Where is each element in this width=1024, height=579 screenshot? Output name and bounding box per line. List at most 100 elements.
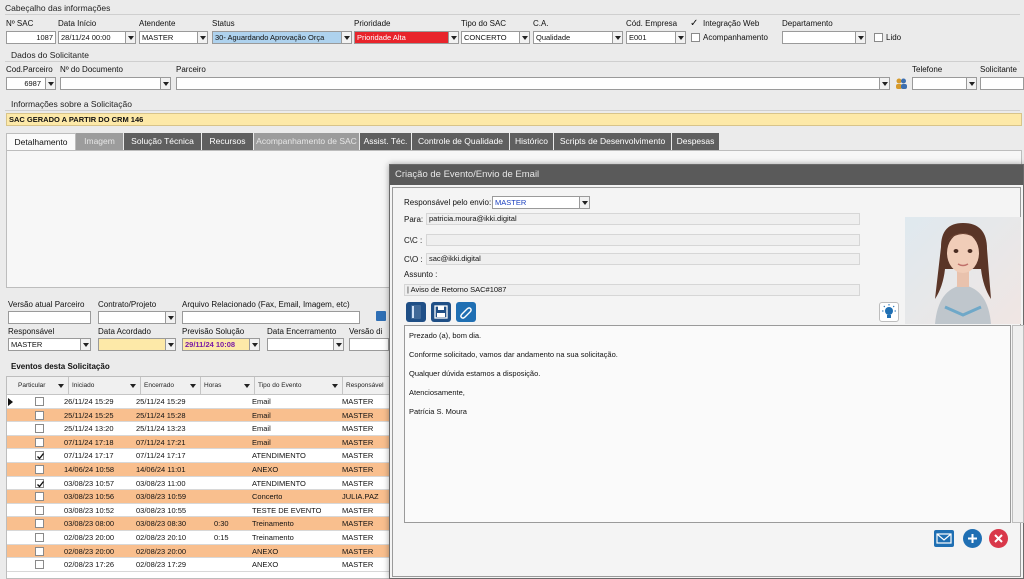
chevron-down-icon[interactable] [125,32,135,43]
col-encerrado[interactable]: Encerrado [141,377,201,395]
chevron-down-icon[interactable] [519,32,529,43]
particular-checkbox[interactable] [35,437,44,447]
table-row[interactable]: 07/11/24 17:18 07/11/24 17:21 Email MASTER [7,435,391,450]
people-search-icon[interactable] [894,76,908,90]
table-row[interactable]: 03/08/23 10:57 03/08/23 11:00 ATENDIMENTO M… [7,476,391,491]
book-icon[interactable] [406,302,426,322]
body-scrollbar[interactable] [1012,325,1024,523]
nsac-field[interactable]: 1087 [6,31,56,44]
tab-recursos[interactable]: Recursos [202,133,254,150]
chevron-down-icon[interactable] [197,32,207,43]
tab-scripts-de-desenvolvimento[interactable]: Scripts de Desenvolvimento [554,133,672,150]
ca-select[interactable]: Qualidade [533,31,623,44]
n-documento-select[interactable] [60,77,171,90]
cancel-icon[interactable] [989,529,1008,548]
table-row[interactable]: 25/11/24 15:25 25/11/24 15:28 Email MASTER [7,408,391,423]
chevron-down-icon[interactable] [579,197,589,208]
assunto-field[interactable]: | Aviso de Retorno SAC#1087 [404,284,860,296]
table-row[interactable]: 02/08/23 20:00 02/08/23 20:10 0:15 Treiname… [7,531,391,545]
folder-icon[interactable] [376,311,386,321]
data-inicio-field[interactable]: 28/11/24 00:00 [58,31,136,44]
add-icon[interactable] [963,529,982,548]
cod-empresa-select[interactable]: E001 [626,31,686,44]
tab-acompanhamento-de-sac[interactable]: Acompanhamento de SAC [254,133,360,150]
chevron-down-icon[interactable] [612,32,622,43]
table-row[interactable]: 14/06/24 10:58 14/06/24 11:01 ANEXO MASTER [7,463,391,477]
col-responsavel[interactable]: Responsável [343,377,391,395]
table-row[interactable]: 02/08/23 17:26 02/08/23 17:29 ANEXO MASTER [7,558,391,572]
table-row[interactable]: 03/08/23 10:52 03/08/23 10:55 TESTE DE EVE… [7,503,391,518]
chevron-down-icon[interactable] [160,78,170,89]
particular-checkbox[interactable] [35,560,44,570]
data-encerramento-field[interactable] [267,338,344,351]
integracao-web-checkbox[interactable]: ✓ [690,18,698,29]
lido-checkbox[interactable] [874,33,883,42]
save-icon[interactable] [431,302,451,322]
particular-checkbox[interactable] [35,546,44,556]
status-select[interactable]: 30- Aguardando Aprovação Orça [212,31,352,44]
table-row[interactable]: 02/08/23 20:00 02/08/23 20:00 ANEXO MASTER [7,544,391,559]
info-text-field[interactable]: SAC GERADO A PARTIR DO CRM 146 [6,113,1022,126]
arquivo-field[interactable] [182,311,360,324]
tab-controle-de-qualidade[interactable]: Controle de Qualidade [412,133,510,150]
chevron-down-icon[interactable] [879,78,889,89]
chevron-down-icon[interactable] [675,32,685,43]
table-row[interactable]: 03/08/23 08:00 03/08/23 08:30 0:30 Treiname… [7,517,391,531]
tab-imagem[interactable]: Imagem [76,133,124,150]
chevron-down-icon[interactable] [130,384,136,388]
chevron-down-icon[interactable] [165,339,175,350]
chevron-down-icon[interactable] [58,384,64,388]
co-field[interactable]: sac@ikki.digital [426,253,860,265]
email-body-textarea[interactable]: Prezado (a), bom dia. Conforme solicitad… [404,325,1011,523]
particular-checkbox[interactable] [35,478,45,488]
telefone-select[interactable] [912,77,977,90]
parceiro-select[interactable] [176,77,890,90]
paperclip-icon[interactable] [456,302,476,322]
events-grid[interactable]: Particular Iniciado Encerrado Horas Tipo… [6,376,392,579]
col-iniciado[interactable]: Iniciado [69,377,141,395]
chevron-down-icon[interactable] [190,384,196,388]
chevron-down-icon[interactable] [855,32,865,43]
particular-checkbox[interactable] [35,465,44,474]
departamento-select[interactable] [782,31,866,44]
responsavel-select[interactable]: MASTER [8,338,91,351]
versao-di-field[interactable] [349,338,389,351]
table-row[interactable]: 26/11/24 15:29 25/11/24 15:29 Email MASTER [7,395,391,409]
cod-parceiro-field[interactable]: 6987 [6,77,56,90]
particular-checkbox[interactable] [35,505,44,515]
tipo-sac-select[interactable]: CONCERTO [461,31,530,44]
particular-checkbox[interactable] [35,533,44,542]
contrato-select[interactable] [98,311,176,324]
particular-checkbox[interactable] [35,410,44,420]
lightbulb-icon[interactable] [879,302,899,322]
chevron-down-icon[interactable] [165,312,175,323]
particular-checkbox[interactable] [35,451,45,461]
responsavel-envio-select[interactable]: MASTER [492,196,590,209]
acompanhamento-checkbox[interactable] [691,33,700,42]
chevron-down-icon[interactable] [244,384,250,388]
atendente-select[interactable]: MASTER [139,31,208,44]
col-tipo-evento[interactable]: Tipo do Evento [255,377,343,395]
particular-checkbox[interactable] [35,424,44,434]
col-particular[interactable]: Particular [15,377,69,395]
particular-checkbox[interactable] [35,519,44,529]
particular-checkbox[interactable] [35,397,44,406]
solicitante-field[interactable] [980,77,1024,90]
chevron-down-icon[interactable] [332,384,338,388]
table-row[interactable]: 03/08/23 10:56 03/08/23 10:59 Concerto JULI… [7,490,391,504]
chevron-down-icon[interactable] [80,339,90,350]
table-row[interactable]: 25/11/24 13:20 25/11/24 13:23 Email MASTER [7,422,391,436]
prioridade-select[interactable]: Prioridade Alta [354,31,459,44]
particular-checkbox[interactable] [35,492,44,502]
chevron-down-icon[interactable] [341,32,351,43]
email-send-icon[interactable] [934,530,954,547]
chevron-down-icon[interactable] [249,339,259,350]
tab-assist-t-c[interactable]: Assist. Téc. [360,133,412,150]
tab-solu-o-t-cnica[interactable]: Solução Técnica [124,133,202,150]
tab-detalhamento[interactable]: Detalhamento [6,133,76,150]
tab-hist-rico[interactable]: Histórico [510,133,554,150]
chevron-down-icon[interactable] [966,78,976,89]
tab-despesas[interactable]: Despesas [672,133,720,150]
data-acordado-field[interactable] [98,338,176,351]
chevron-down-icon[interactable] [45,78,55,89]
